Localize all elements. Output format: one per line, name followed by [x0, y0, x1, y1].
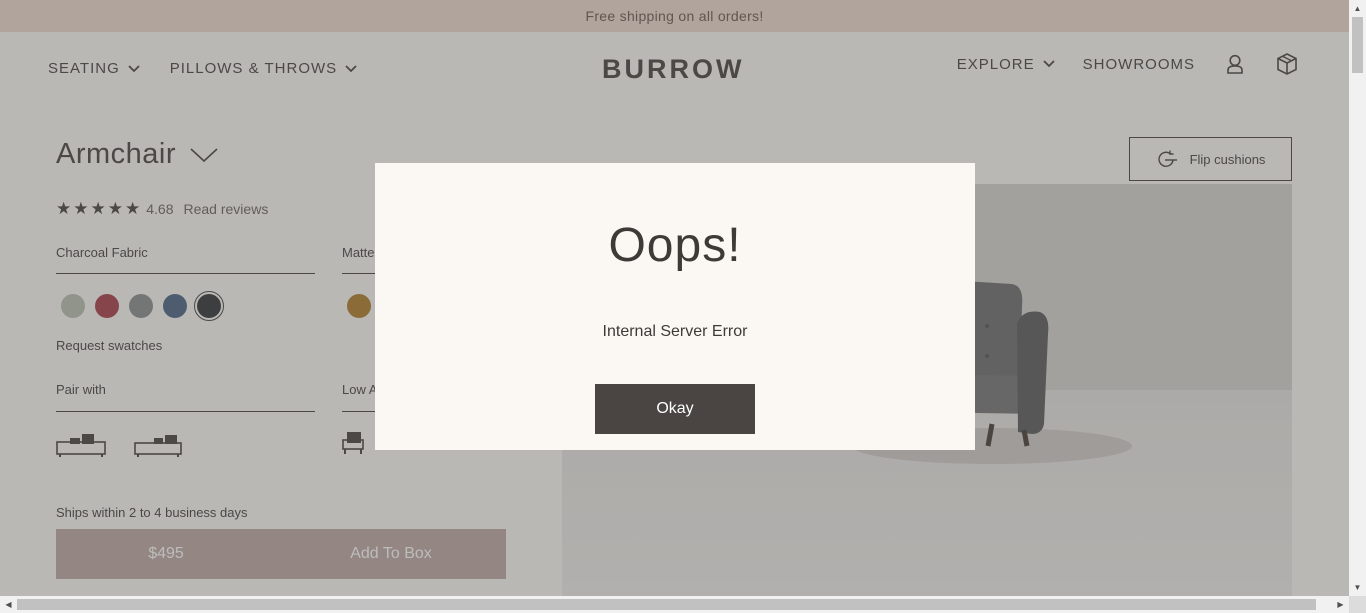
- vertical-scrollbar[interactable]: ▲ ▼: [1349, 0, 1366, 596]
- scroll-left-arrow-icon[interactable]: ◀: [0, 596, 17, 613]
- scroll-up-arrow-icon[interactable]: ▲: [1349, 0, 1366, 17]
- scrollbar-thumb[interactable]: [1352, 17, 1363, 73]
- okay-button[interactable]: Okay: [595, 384, 755, 434]
- error-message: Internal Server Error: [602, 323, 748, 340]
- scrollbar-thumb[interactable]: [17, 599, 1316, 610]
- scrollbar-corner: [1349, 596, 1366, 613]
- error-modal: Oops! Internal Server Error Okay: [375, 163, 975, 450]
- scroll-right-arrow-icon[interactable]: ▶: [1332, 596, 1349, 613]
- modal-title: Oops!: [608, 219, 742, 272]
- horizontal-scrollbar[interactable]: ◀ ▶: [0, 596, 1366, 613]
- scroll-down-arrow-icon[interactable]: ▼: [1349, 579, 1366, 596]
